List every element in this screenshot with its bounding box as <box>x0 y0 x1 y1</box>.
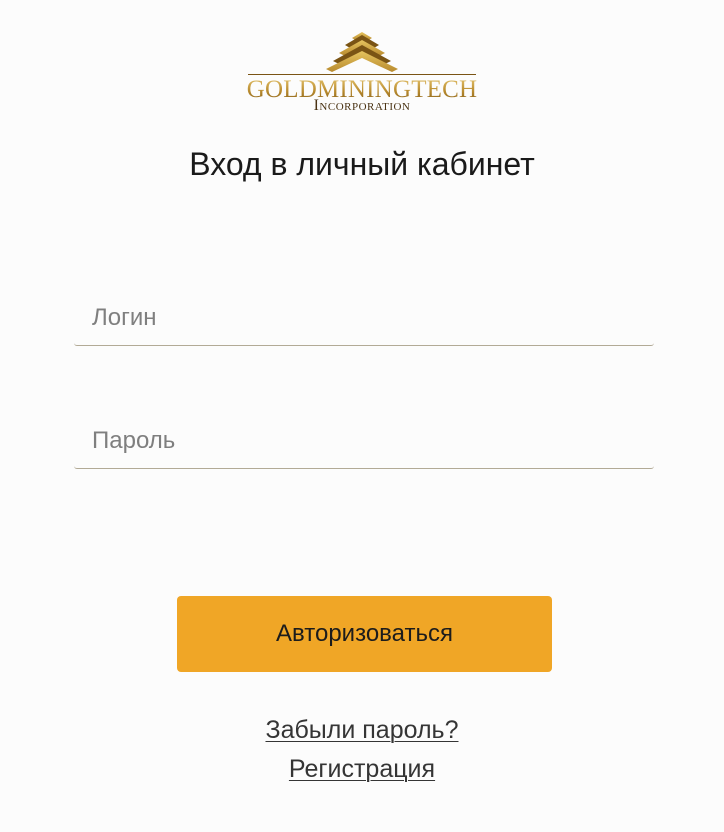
authorize-button[interactable]: Авторизоваться <box>177 596 552 672</box>
register-row: Регистрация <box>0 754 724 784</box>
password-field <box>74 414 654 469</box>
register-link[interactable]: Регистрация <box>289 755 435 783</box>
page-title: Вход в личный кабинет <box>189 146 535 182</box>
forgot-password-link[interactable]: Забыли пароль? <box>265 716 458 744</box>
login-input[interactable] <box>74 291 654 345</box>
forgot-password-row: Забыли пароль? <box>0 715 724 745</box>
password-input[interactable] <box>74 414 654 468</box>
login-field <box>74 291 654 346</box>
company-logo: GOLDMININGTECH Incorporation <box>236 30 488 120</box>
golden-pyramid-logo-icon <box>248 32 476 75</box>
brand-subtitle: Incorporation <box>313 97 411 114</box>
